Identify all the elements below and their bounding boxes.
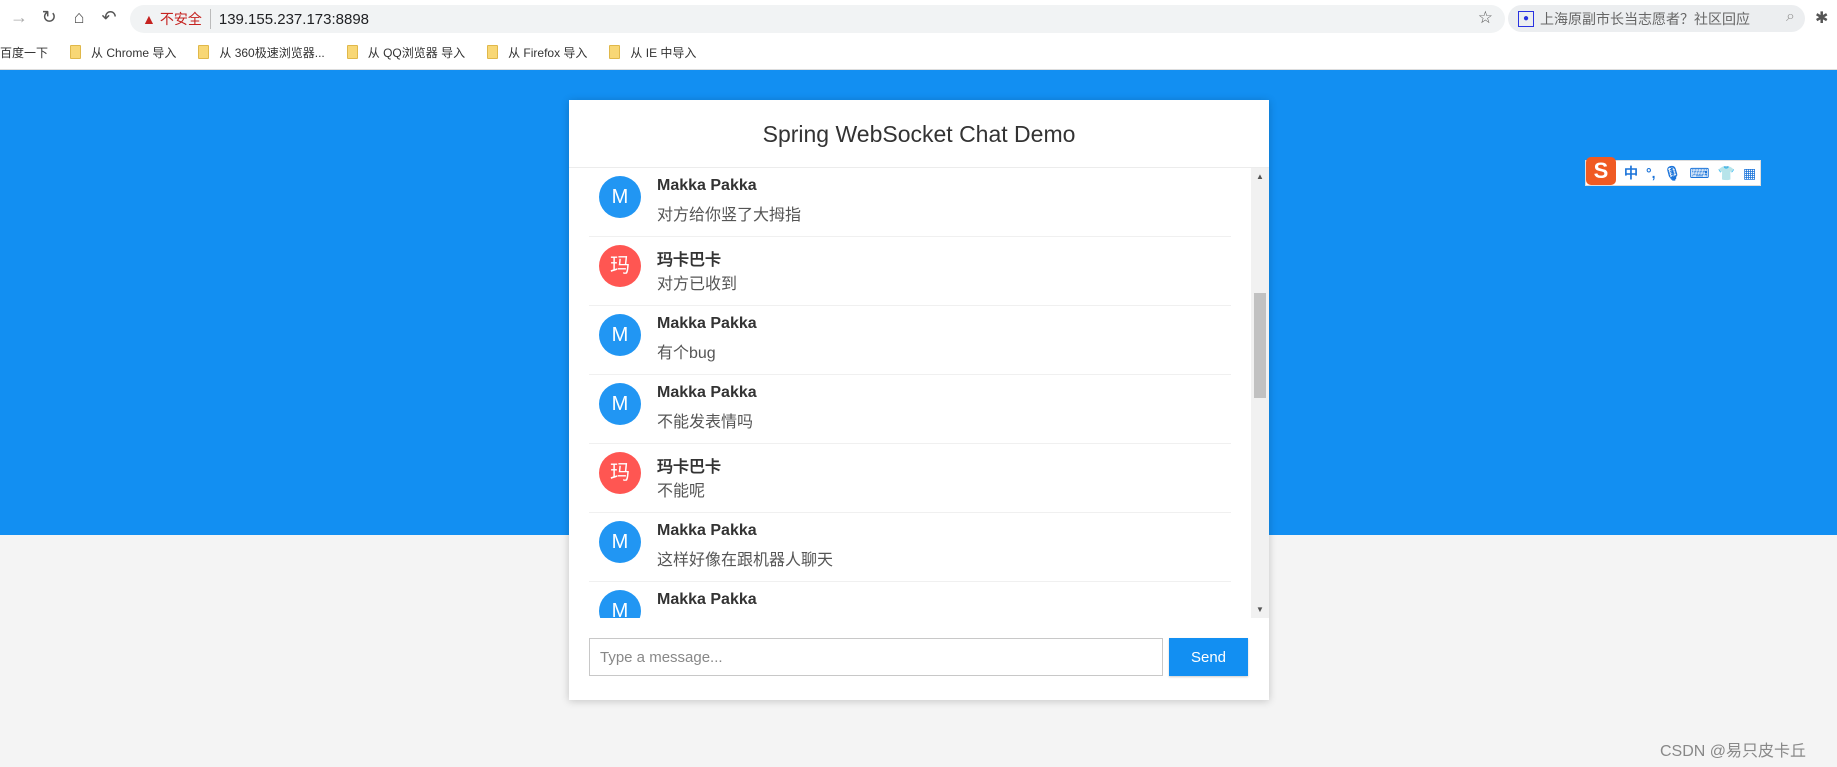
chat-container: Spring WebSocket Chat Demo M Makka Pakka… bbox=[569, 100, 1269, 700]
keyboard-icon[interactable]: ⌨ bbox=[1689, 165, 1709, 182]
avatar: 玛 bbox=[599, 245, 641, 287]
bookmark-firefox[interactable]: 从 Firefox 导入 bbox=[487, 44, 587, 61]
bookmark-ie[interactable]: 从 IE 中导入 bbox=[609, 44, 696, 61]
bookmark-baidu[interactable]: 百度一下 bbox=[0, 44, 48, 61]
avatar: M bbox=[599, 521, 641, 563]
bookmark-label: 从 360极速浏览器... bbox=[219, 45, 325, 60]
skin-shirt-icon[interactable]: 👕 bbox=[1718, 165, 1735, 182]
search-text[interactable]: 上海原副市长当志愿者？社区回应 bbox=[1540, 9, 1750, 29]
bookmark-360[interactable]: 从 360极速浏览器... bbox=[198, 44, 325, 61]
scrollbar[interactable]: ▲ ▼ bbox=[1251, 168, 1269, 618]
scroll-down-icon[interactable]: ▼ bbox=[1251, 605, 1269, 614]
send-button[interactable]: Send bbox=[1169, 638, 1248, 676]
browser-toolbar: → ↻ ⌂ ↶ ▲ 不安全 139.155.237.173:8898 ☆ ● 上… bbox=[0, 0, 1837, 35]
avatar: 玛 bbox=[599, 452, 641, 494]
scrollbar-thumb[interactable] bbox=[1254, 293, 1266, 398]
folder-icon bbox=[346, 45, 358, 59]
bookmark-label: 从 Chrome 导入 bbox=[91, 45, 177, 60]
avatar: M bbox=[599, 383, 641, 425]
message-item: M Makka Pakka 有个bug bbox=[589, 306, 1231, 375]
microphone-icon[interactable]: 🎙 bbox=[1664, 165, 1682, 182]
bookmark-label: 从 IE 中导入 bbox=[630, 45, 697, 60]
sender-name: Makka Pakka bbox=[657, 315, 757, 332]
message-text: 对方给你竖了大拇指 bbox=[657, 207, 802, 224]
sender-name: Makka Pakka bbox=[657, 591, 757, 608]
extensions-icon[interactable]: ✱ bbox=[1815, 8, 1828, 28]
avatar: M bbox=[599, 176, 641, 218]
message-item: 玛 玛卡巴卡 对方已收到 bbox=[589, 237, 1231, 306]
sender-name: Makka Pakka bbox=[657, 177, 757, 194]
bookmark-qq[interactable]: 从 QQ浏览器 导入 bbox=[346, 44, 466, 61]
search-icon[interactable]: ⌕ bbox=[1786, 8, 1795, 26]
reload-icon[interactable]: ↻ bbox=[38, 7, 60, 28]
url-text[interactable]: 139.155.237.173:8898 bbox=[219, 11, 369, 28]
message-item: 玛 玛卡巴卡 不能呢 bbox=[589, 444, 1231, 513]
bookmark-label: 百度一下 bbox=[0, 45, 49, 60]
message-item: M Makka Pakka 这样好像在跟机器人聊天 bbox=[589, 513, 1231, 582]
bookmark-label: 从 Firefox 导入 bbox=[508, 45, 588, 60]
message-item: M Makka Pakka bbox=[589, 582, 1231, 618]
watermark: CSDN @易只皮卡丘 bbox=[1660, 743, 1807, 760]
folder-icon bbox=[609, 45, 621, 59]
message-list: M Makka Pakka 对方给你竖了大拇指玛 玛卡巴卡 对方已收到 M Mak… bbox=[569, 168, 1269, 618]
ime-toolbar[interactable]: S 中 °, 🎙 ⌨ 👕 ▦ bbox=[1585, 157, 1761, 186]
folder-icon bbox=[70, 45, 82, 59]
address-bar[interactable]: ▲ 不安全 139.155.237.173:8898 ☆ bbox=[130, 5, 1505, 33]
warning-icon: ▲ bbox=[142, 11, 156, 27]
baidu-paw-icon: ● bbox=[1518, 10, 1534, 27]
message-text: 不能发表情吗 bbox=[657, 414, 754, 431]
message-item: M Makka Pakka 对方给你竖了大拇指 bbox=[589, 168, 1231, 237]
sender-name: 玛卡巴卡 bbox=[657, 252, 722, 269]
chat-title: Spring WebSocket Chat Demo bbox=[569, 100, 1269, 168]
message-text: 有个bug bbox=[657, 345, 716, 362]
security-label[interactable]: 不安全 bbox=[160, 9, 211, 29]
sogou-logo-icon: S bbox=[1586, 157, 1616, 185]
ime-punct[interactable]: °, bbox=[1646, 165, 1656, 181]
undo-icon[interactable]: ↶ bbox=[98, 7, 120, 28]
bookmark-chrome[interactable]: 从 Chrome 导入 bbox=[70, 44, 176, 61]
message-text: 不能呢 bbox=[657, 483, 706, 500]
sender-name: Makka Pakka bbox=[657, 384, 757, 401]
search-box[interactable]: ● 上海原副市长当志愿者？社区回应 ⌕ bbox=[1508, 5, 1805, 32]
ime-mode[interactable]: 中 bbox=[1624, 163, 1638, 183]
avatar: M bbox=[599, 314, 641, 356]
message-item: M Makka Pakka 不能发表情吗 bbox=[589, 375, 1231, 444]
folder-icon bbox=[198, 45, 210, 59]
scroll-up-icon[interactable]: ▲ bbox=[1251, 172, 1269, 181]
home-icon[interactable]: ⌂ bbox=[68, 7, 90, 28]
message-input[interactable] bbox=[589, 638, 1163, 676]
sender-name: 玛卡巴卡 bbox=[657, 459, 722, 476]
bookmark-star-icon[interactable]: ☆ bbox=[1478, 8, 1493, 28]
folder-icon bbox=[487, 45, 499, 59]
apps-grid-icon[interactable]: ▦ bbox=[1743, 165, 1756, 182]
forward-icon[interactable]: → bbox=[8, 7, 30, 28]
bookmark-label: 从 QQ浏览器 导入 bbox=[367, 45, 466, 60]
message-text: 对方已收到 bbox=[657, 276, 738, 293]
sender-name: Makka Pakka bbox=[657, 522, 757, 539]
bookmarks-bar: 百度一下 从 Chrome 导入 从 360极速浏览器... 从 QQ浏览器 导… bbox=[0, 35, 1837, 70]
avatar: M bbox=[599, 590, 641, 618]
message-text: 这样好像在跟机器人聊天 bbox=[657, 552, 834, 569]
